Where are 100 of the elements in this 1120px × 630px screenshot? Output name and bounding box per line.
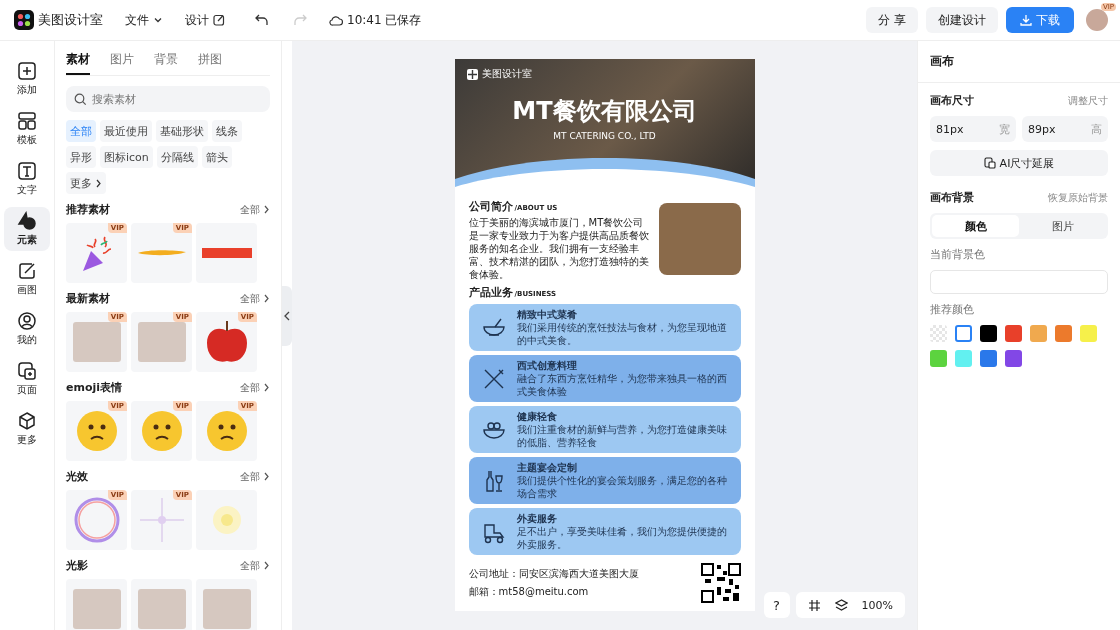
sparkle-icon bbox=[137, 496, 186, 544]
undo-icon[interactable] bbox=[255, 14, 269, 26]
section-heading: 产品业务 bbox=[468, 285, 513, 300]
chevron-right-icon bbox=[263, 205, 270, 214]
material-tile[interactable] bbox=[196, 223, 257, 283]
edit-icon bbox=[213, 14, 225, 26]
ai-resize-button[interactable]: AI尺寸延展 bbox=[930, 150, 1108, 176]
help-button[interactable]: ? bbox=[763, 592, 790, 618]
collapse-handle[interactable] bbox=[282, 285, 292, 346]
sidebar-item[interactable]: 画图 bbox=[4, 257, 50, 301]
service-description: 融合了东西方烹饪精华，为您带来独具一格的西式美食体验 bbox=[516, 373, 728, 398]
category-chip[interactable]: 基础形状 bbox=[156, 120, 208, 142]
photo-placeholder bbox=[137, 589, 186, 629]
section-title: 推荐素材 bbox=[66, 202, 110, 217]
color-swatch[interactable] bbox=[1005, 350, 1022, 367]
shapes-icon bbox=[17, 211, 37, 231]
emoji-icon bbox=[205, 410, 248, 452]
chevron-right-icon bbox=[263, 294, 270, 303]
resize-icon bbox=[983, 157, 996, 169]
category-chip[interactable]: 图标icon bbox=[100, 146, 153, 168]
poster-subtitle: MT CATERING CO., LTD bbox=[552, 131, 657, 141]
height-field[interactable]: 89px 高 bbox=[1022, 116, 1108, 142]
chevron-right-icon bbox=[95, 178, 102, 188]
share-button[interactable]: 分 享 bbox=[866, 7, 918, 33]
photo-placeholder bbox=[137, 322, 186, 362]
service-description: 足不出户，享受美味佳肴，我们为您提供便捷的外卖服务。 bbox=[516, 526, 728, 551]
width-field[interactable]: 81px 宽 bbox=[930, 116, 1016, 142]
sidebar-item[interactable]: 添加 bbox=[4, 57, 50, 101]
qr-code-icon bbox=[700, 563, 741, 603]
rectangle-shape bbox=[201, 248, 252, 258]
recommended-colors-label: 推荐颜色 bbox=[930, 302, 975, 317]
material-tile[interactable] bbox=[131, 579, 192, 630]
plus-icon bbox=[17, 61, 37, 81]
download-button[interactable]: 下载 bbox=[1006, 7, 1074, 33]
panel-title: 画布 bbox=[918, 41, 1120, 83]
panel-tab[interactable]: 图片 bbox=[110, 49, 134, 75]
color-swatch[interactable] bbox=[955, 325, 972, 342]
segment-tab[interactable]: 图片 bbox=[1019, 215, 1106, 237]
view-all-link[interactable]: 全部 bbox=[240, 380, 270, 395]
poster-title: MT餐饮有限公司 bbox=[511, 96, 698, 127]
user-icon bbox=[17, 311, 37, 331]
material-tile[interactable] bbox=[196, 490, 257, 550]
grid-icon[interactable] bbox=[807, 598, 821, 612]
color-swatch[interactable] bbox=[1005, 325, 1022, 342]
photo-placeholder bbox=[202, 589, 251, 629]
segment-tab[interactable]: 颜色 bbox=[932, 215, 1019, 237]
current-color-label: 当前背景色 bbox=[930, 247, 986, 262]
more-chip[interactable]: 更多 bbox=[66, 172, 106, 194]
service-description: 我们提供个性化的宴会策划服务，满足您的各种场合需求 bbox=[516, 475, 728, 500]
category-chip[interactable]: 箭头 bbox=[201, 146, 232, 168]
avatar[interactable] bbox=[1086, 9, 1108, 31]
panel-tab[interactable]: 背景 bbox=[154, 49, 178, 75]
color-field[interactable] bbox=[930, 270, 1108, 294]
search-field[interactable]: 搜索素材 bbox=[66, 86, 270, 112]
color-swatch[interactable] bbox=[980, 350, 997, 367]
service-description: 我们采用传统的烹饪技法与食材，为您呈现地道的中式美食。 bbox=[516, 322, 728, 347]
section-heading: 公司简介 bbox=[468, 199, 513, 214]
chevron-right-icon bbox=[263, 472, 270, 481]
material-tile[interactable] bbox=[196, 579, 257, 630]
category-chip[interactable]: 分隔线 bbox=[156, 146, 198, 168]
category-chip[interactable]: 最近使用 bbox=[100, 120, 152, 142]
file-menu[interactable]: 文件 bbox=[125, 8, 163, 32]
panel-tab[interactable]: 拼图 bbox=[198, 49, 222, 75]
sidebar-item[interactable]: 模板 bbox=[4, 107, 50, 151]
material-tile[interactable] bbox=[66, 579, 127, 630]
category-chip[interactable]: 线条 bbox=[212, 120, 242, 142]
poster-brand: 美图设计室 bbox=[481, 67, 532, 81]
color-swatch[interactable] bbox=[1080, 325, 1097, 342]
panel-tab[interactable]: 素材 bbox=[66, 49, 90, 75]
category-chip[interactable]: 异形 bbox=[66, 146, 96, 168]
sidebar-item[interactable]: 页面 bbox=[4, 357, 50, 401]
logo-icon bbox=[466, 68, 478, 80]
design-menu[interactable]: 设计 bbox=[185, 8, 225, 32]
section-title: emoji表情 bbox=[66, 380, 123, 395]
pencil-icon bbox=[17, 261, 37, 281]
resize-link[interactable]: 调整尺寸 bbox=[1068, 93, 1108, 108]
view-all-link[interactable]: 全部 bbox=[240, 469, 270, 484]
color-swatch[interactable] bbox=[930, 325, 947, 342]
view-all-link[interactable]: 全部 bbox=[240, 202, 270, 217]
color-swatch[interactable] bbox=[955, 350, 972, 367]
color-swatch[interactable] bbox=[1055, 325, 1072, 342]
color-swatch[interactable] bbox=[930, 350, 947, 367]
service-title: 西式创意料理 bbox=[516, 359, 578, 373]
sidebar-item[interactable]: 元素 bbox=[4, 207, 50, 251]
view-all-link[interactable]: 全部 bbox=[240, 558, 270, 573]
zoom-level[interactable]: 100% bbox=[861, 598, 893, 612]
color-swatch[interactable] bbox=[1030, 325, 1047, 342]
download-icon bbox=[1020, 14, 1032, 26]
view-all-link[interactable]: 全部 bbox=[240, 291, 270, 306]
color-swatch[interactable] bbox=[980, 325, 997, 342]
restore-background-link[interactable]: 恢复原始背景 bbox=[1048, 190, 1108, 205]
layers-icon[interactable] bbox=[834, 598, 848, 612]
sidebar-item[interactable]: 更多 bbox=[4, 407, 50, 451]
about-text: 位于美丽的海滨城市厦门，MT餐饮公司是一家专业致力于为客户提供高品质餐饮服务的知名企业。我们拥有一支经验丰富、技术精湛的团队，为您打造独特的美食体验。 bbox=[468, 216, 650, 281]
sidebar-item[interactable]: 文字 bbox=[4, 157, 50, 201]
redo-icon[interactable] bbox=[293, 14, 307, 26]
layout-icon bbox=[17, 111, 37, 131]
sidebar-item[interactable]: 我的 bbox=[4, 307, 50, 351]
create-design-button[interactable]: 创建设计 bbox=[926, 7, 998, 33]
cloud-icon bbox=[329, 14, 343, 26]
